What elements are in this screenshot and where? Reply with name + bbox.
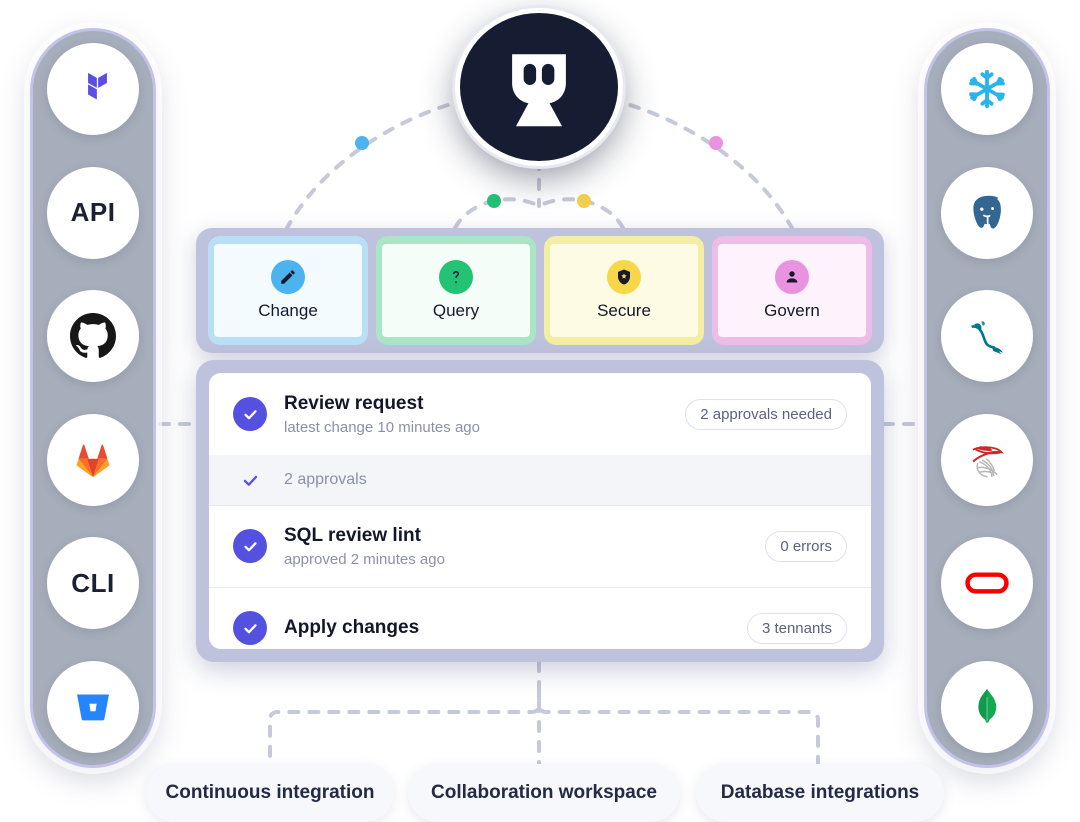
waypoint-dot-govern <box>709 136 723 150</box>
gitlab-icon <box>71 438 115 482</box>
bitbucket-icon <box>71 685 115 729</box>
check-circle-icon <box>233 529 267 563</box>
waypoint-dot-query <box>487 194 501 208</box>
pillar-secure[interactable]: Secure <box>540 236 708 345</box>
waypoint-dot-secure <box>577 194 591 208</box>
integrations-rail-left: API CLI <box>30 28 156 768</box>
rail-item-sqlserver[interactable] <box>941 413 1033 506</box>
footer-pill-label: Continuous integration <box>165 782 375 803</box>
diagram-canvas: API CLI Change Query Secure Govern Revie… <box>0 0 1080 822</box>
task-apply-changes[interactable]: Apply changes 3 tennants <box>209 587 871 649</box>
oracle-icon <box>962 558 1012 608</box>
footer-pill-database-integrations[interactable]: Database integrations <box>696 764 944 822</box>
waypoint-dot-change <box>355 136 369 150</box>
workflow-list: Review request latest change 10 minutes … <box>209 373 871 649</box>
task-title: 2 approvals <box>284 471 367 488</box>
rail-item-snowflake[interactable] <box>941 43 1033 135</box>
footer-pill-label: Collaboration workspace <box>431 782 657 803</box>
task-approvals[interactable]: 2 approvals <box>209 455 871 505</box>
rail-item-postgresql[interactable] <box>941 166 1033 259</box>
terraform-icon <box>71 67 115 111</box>
rail-item-mongodb[interactable] <box>941 660 1033 753</box>
sqlserver-icon <box>963 436 1011 484</box>
status-badge: 3 tennants <box>746 612 847 644</box>
databases-rail-right <box>924 28 1050 768</box>
mysql-icon <box>963 312 1011 360</box>
task-review-request[interactable]: Review request latest change 10 minutes … <box>209 373 871 455</box>
pillar-query[interactable]: Query <box>372 236 540 345</box>
task-subtitle: approved 2 minutes ago <box>284 550 445 568</box>
mongodb-icon <box>965 685 1009 729</box>
pillars-panel: Change Query Secure Govern <box>196 228 884 353</box>
pillar-inner: Change <box>214 244 362 337</box>
rail-item-bitbucket[interactable] <box>47 660 139 753</box>
api-text-icon: API <box>70 197 116 228</box>
cli-text-icon: CLI <box>71 567 115 598</box>
task-title: Apply changes <box>284 617 420 638</box>
panel-to-database-integrations-line <box>537 688 820 766</box>
rail-item-oracle[interactable] <box>941 537 1033 630</box>
pencil-icon <box>271 260 305 294</box>
rail-item-mysql[interactable] <box>941 290 1033 383</box>
pillar-inner: Secure <box>550 244 698 337</box>
task-title: SQL review lint <box>284 524 421 546</box>
hub-to-govern-line <box>609 98 794 230</box>
footer-pill-continuous-integration[interactable]: Continuous integration <box>146 764 394 822</box>
check-icon <box>233 463 267 497</box>
pillar-label: Query <box>432 301 480 320</box>
person-icon <box>775 260 809 294</box>
rail-item-cli[interactable]: CLI <box>47 537 139 630</box>
task-subtitle: latest change 10 minutes ago <box>284 418 480 436</box>
panel-to-continuous-integration-line <box>268 688 541 766</box>
rail-item-terraform[interactable] <box>47 43 139 135</box>
check-circle-icon <box>233 397 267 431</box>
hub-to-change-line <box>285 98 469 230</box>
rail-item-github[interactable] <box>47 290 139 383</box>
snowflake-icon <box>964 66 1010 112</box>
status-badge: 2 approvals needed <box>685 398 847 430</box>
check-circle-icon <box>233 611 267 645</box>
status-badge: 0 errors <box>765 530 847 562</box>
footer-pill-label: Database integrations <box>720 782 920 803</box>
footer-pill-collaboration-workspace[interactable]: Collaboration workspace <box>408 764 680 822</box>
pillar-inner: Query <box>382 244 530 337</box>
github-icon <box>70 313 116 359</box>
robot-mask-icon <box>491 37 587 138</box>
rail-item-gitlab[interactable] <box>47 413 139 506</box>
pillar-change[interactable]: Change <box>204 236 372 345</box>
shield-icon <box>607 260 641 294</box>
pillar-label: Change <box>258 301 318 320</box>
question-mark-icon <box>439 260 473 294</box>
workflow-panel: Review request latest change 10 minutes … <box>196 360 884 662</box>
task-title: Review request <box>284 392 424 414</box>
platform-hub[interactable] <box>455 8 623 166</box>
postgresql-icon <box>964 190 1010 236</box>
pillar-label: Secure <box>597 301 651 320</box>
rail-item-api[interactable]: API <box>47 166 139 259</box>
pillar-label: Govern <box>764 301 820 320</box>
pillar-govern[interactable]: Govern <box>708 236 876 345</box>
task-sql-review-lint[interactable]: SQL review lint approved 2 minutes ago 0… <box>209 505 871 587</box>
pillar-inner: Govern <box>718 244 866 337</box>
